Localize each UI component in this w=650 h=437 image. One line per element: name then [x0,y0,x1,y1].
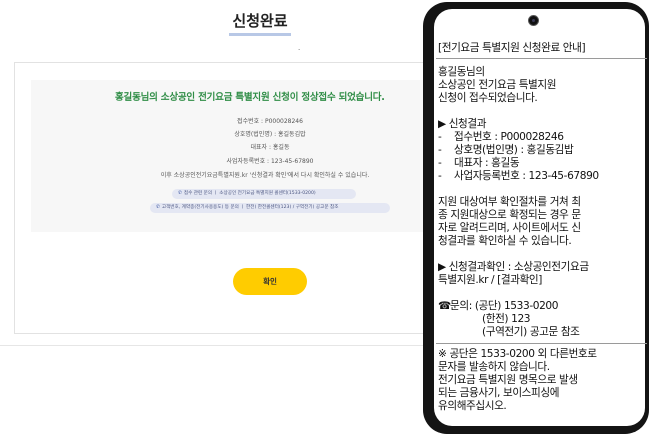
stray-dot: . [298,44,301,52]
sms-contact: ☎문의: (공단) 1533-0200 [438,300,559,312]
inquiry-pill-label: 접수 관련 문의 ㅣ 소상공인 전기요금 특별지원 콜센터(1533-0200) [183,191,316,196]
sms-warning-line: 문자를 발송하지 않습니다. [438,361,550,373]
inquiry-pill-label: 고객번호, 계약종(전기사용용도) 등 문의 ㅣ 한전) 한전콜센터(123) … [161,205,339,210]
sms-greeting-3: 신청이 접수되었습니다. [438,92,538,104]
telephone-icon: ☎ [438,300,451,312]
title-underline [229,33,291,36]
success-headline: 홍길동님의 소상공인 전기요금 특별지원 신청이 정상접수 되었습니다. [115,92,385,103]
page-divider [0,345,434,346]
sms-paragraph-line: 자로 알려드리며, 사이트에서도 신 [438,222,581,234]
sms-result-title: ▶ 신청결과 [438,118,487,130]
camera-icon [528,15,539,26]
receipt-number: 접수번호 : P000028246 [237,118,303,125]
sms-header-rule [436,58,647,59]
sms-result-item: - 상호명(법인명) : 홍길동김밥 [438,144,574,156]
web-page: 신청완료 . 홍길동님의 소상공인 전기요금 특별지원 신청이 정상접수 되었습… [0,0,434,437]
sms-paragraph-line: 종 지원대상으로 확정되는 경우 문 [438,209,581,221]
inquiry-pill-customer: ✆ 고객번호, 계약종(전기사용용도) 등 문의 ㅣ 한전) 한전콜센터(123)… [150,203,390,213]
sms-warning-line: ※ 공단은 1533-0200 외 다른번호로 [438,348,597,360]
sms-paragraph-line: 청결과를 확인하실 수 있습니다. [438,235,572,247]
sms-result-item: - 사업자등록번호 : 123-45-67890 [438,170,599,182]
sms-warning-line: 전기요금 특별지원 명목으로 발생 [438,374,578,386]
company-name: 상호명(법인명) : 홍길동김밥 [234,131,306,138]
sms-check-line: ▶ 신청결과확인 : 소상공인전기요금 [438,261,589,273]
sms-paragraph-line: 지원 대상여부 확인절차를 거쳐 최 [438,196,581,208]
phone-icon: ✆ [178,191,182,196]
business-number: 사업자등록번호 : 123-45-67890 [226,158,314,165]
sms-header: [전기요금 특별지원 신청완료 안내] [438,42,586,54]
phone-icon: ✆ [156,205,160,210]
sms-footer-rule [436,343,647,344]
representative: 대표자 : 홍길동 [250,144,290,151]
sms-result-item: - 대표자 : 홍길동 [438,157,520,169]
result-check-note: 이후 소상공인전기요금특별지원.kr '신청결과 확인'에서 다시 확인하실 수… [160,172,370,179]
sms-warning-line: 유의해주십시오. [438,400,507,412]
sms-greeting-2: 소상공인 전기요금 특별지원 [438,79,557,91]
confirm-button[interactable]: 확인 [233,268,307,295]
sms-contact: (한전) 123 [482,313,531,325]
sms-check-line[interactable]: 특별지원.kr / [결과확인] [438,274,648,287]
sms-greeting-1: 홍길동님의 [438,66,485,78]
sms-result-item: - 접수번호 : P000028246 [438,131,564,143]
sms-warning-line: 되는 금융사기, 보이스피싱에 [438,387,560,399]
sms-contact: (구역전기) 공고문 참조 [482,326,580,338]
inquiry-pill-callcenter: ✆ 접수 관련 문의 ㅣ 소상공인 전기요금 특별지원 콜센터(1533-0200… [172,189,356,199]
